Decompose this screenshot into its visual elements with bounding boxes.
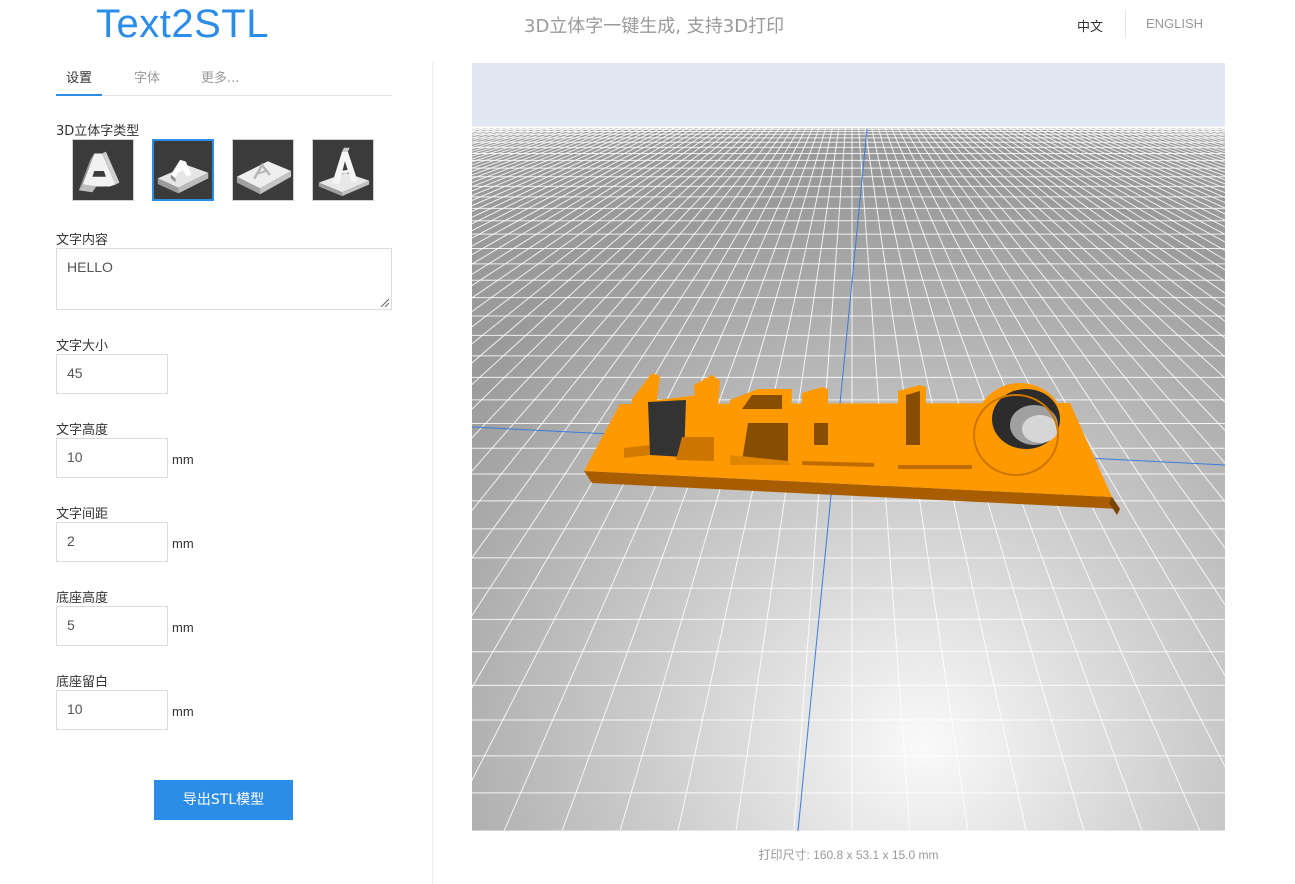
type-option-raised-icon[interactable] [152,139,214,201]
type-option-engraved-icon[interactable] [232,139,294,201]
base-margin-label: 底座留白 [56,675,109,690]
3d-preview-viewport[interactable] [472,63,1225,831]
text-size-label: 文字大小 [56,339,109,354]
print-size-readout: 打印尺寸: 160.8 x 53.1 x 15.0 mm [758,848,939,862]
text-height-unit: mm [172,452,194,467]
type-label: 3D立体字类型 [56,124,140,139]
base-height-unit: mm [172,620,194,635]
sky-background [472,63,1225,133]
tab-settings[interactable]: 设置 [56,70,103,96]
text-size-input[interactable]: 45 [56,354,168,394]
text-content-input[interactable]: HELLO [56,248,392,310]
lang-chinese-link[interactable]: 中文 [1077,16,1103,35]
tab-font[interactable]: 字体 [134,70,160,94]
export-stl-button[interactable]: 导出STL模型 [154,780,293,820]
base-margin-unit: mm [172,704,194,719]
lang-english-link[interactable]: ENGLISH [1146,16,1203,31]
base-height-label: 底座高度 [56,591,109,606]
page-tagline: 3D立体字一键生成, 支持3D打印 [524,16,785,37]
base-height-input[interactable]: 5 [56,606,168,646]
text-content-value: HELLO [67,259,113,275]
settings-tabs: 设置 字体 更多... [56,70,392,96]
text-spacing-input[interactable]: 2 [56,522,168,562]
lang-divider [1125,10,1126,38]
app-logo[interactable]: Text2STL [96,2,269,47]
resize-handle-icon[interactable] [379,297,389,307]
tab-more[interactable]: 更多... [201,70,239,94]
text-content-label: 文字内容 [56,233,109,248]
panel-divider [432,62,433,884]
base-margin-input[interactable]: 10 [56,690,168,730]
type-option-cutout-icon[interactable] [312,139,374,201]
text-height-label: 文字高度 [56,423,109,438]
type-option-standing-icon[interactable] [72,139,134,201]
text-spacing-label: 文字间距 [56,507,109,522]
text-height-input[interactable]: 10 [56,438,168,478]
text-spacing-unit: mm [172,536,194,551]
